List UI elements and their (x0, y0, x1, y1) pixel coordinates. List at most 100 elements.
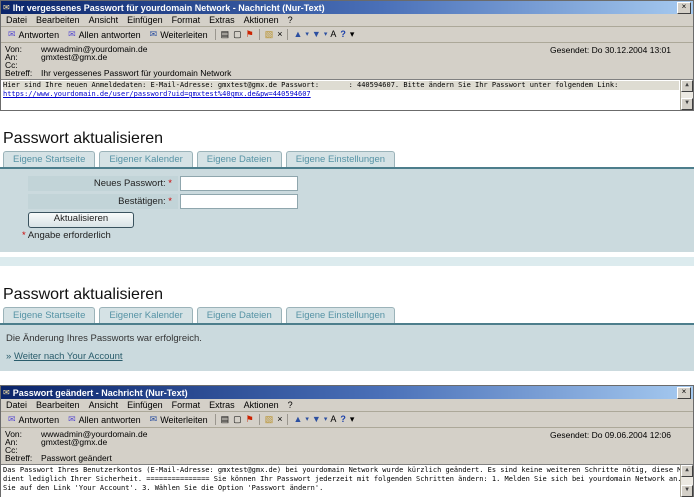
mail-body: Hier sind Ihre neuen Anmeldedaten: E-Mai… (1, 79, 693, 110)
menu-einfuegen[interactable]: Einfügen (127, 400, 163, 410)
help-icon[interactable]: ? (339, 414, 347, 425)
tab-eigene-dateien[interactable]: Eigene Dateien (197, 151, 282, 167)
email-window-password-changed: ✉ Passwort geändert - Nachricht (Nur-Tex… (0, 385, 694, 497)
menu-extras[interactable]: Extras (209, 15, 235, 25)
print-icon[interactable]: ▤ (220, 29, 231, 40)
tab-eigene-einstellungen[interactable]: Eigene Einstellungen (286, 151, 395, 167)
previous-item-dropdown-icon[interactable]: ▾ (305, 414, 309, 425)
menu-extras[interactable]: Extras (209, 400, 235, 410)
toolbar-separator (259, 29, 260, 40)
tab-bar: Eigene Startseite Eigener Kalender Eigen… (3, 151, 395, 167)
print-icon[interactable]: ▤ (220, 414, 231, 425)
confirm-password-field[interactable] (180, 194, 298, 209)
mail-body-text: Hier sind Ihre neuen Anmeldedaten: E-Mai… (3, 81, 679, 90)
menu-format[interactable]: Format (172, 15, 201, 25)
menu-bearbeiten[interactable]: Bearbeiten (36, 15, 80, 25)
scroll-up-icon[interactable]: ▲ (681, 465, 693, 477)
toolbar-separator (215, 29, 216, 40)
previous-item-icon[interactable]: ▲ (292, 29, 303, 40)
success-panel: Die Änderung Ihres Passworts war erfolgr… (0, 325, 694, 371)
tab-eigene-dateien[interactable]: Eigene Dateien (197, 307, 282, 323)
move-to-folder-icon[interactable]: ▢ (232, 29, 243, 40)
reply-button[interactable]: ✉ Antworten (4, 28, 62, 41)
new-password-label: Neues Passwort: * (28, 176, 178, 191)
menu-hilfe[interactable]: ? (288, 400, 293, 410)
follow-up-flag-icon[interactable]: ⚑ (245, 414, 255, 425)
help-icon[interactable]: ? (339, 29, 347, 40)
menu-ansicht[interactable]: Ansicht (89, 400, 119, 410)
menu-aktionen[interactable]: Aktionen (244, 400, 279, 410)
window-title: Passwort geändert - Nachricht (Nur-Text) (13, 388, 188, 398)
next-item-icon[interactable]: ▼ (311, 414, 322, 425)
next-item-icon[interactable]: ▼ (311, 29, 322, 40)
tab-eigener-kalender[interactable]: Eigener Kalender (99, 151, 192, 167)
forward-icon: ✉ (149, 414, 159, 425)
create-rule-icon[interactable]: ▧ (264, 29, 275, 40)
scroll-down-icon[interactable]: ▼ (681, 98, 693, 110)
mail-header-pane: Von: wwwadmin@yourdomain.de An: gmxtest@… (1, 43, 693, 79)
reply-all-button[interactable]: ✉ Allen antworten (64, 413, 144, 426)
menu-datei[interactable]: Datei (6, 15, 27, 25)
reply-all-icon: ✉ (67, 29, 77, 40)
tab-eigene-startseite[interactable]: Eigene Startseite (3, 151, 95, 167)
header-row-betreff: Betreff: Ihr vergessenes Passwort für yo… (1, 69, 693, 77)
mail-header-pane: Von: wwwadmin@yourdomain.de An: gmxtest@… (1, 428, 693, 464)
tab-eigene-startseite[interactable]: Eigene Startseite (3, 307, 95, 323)
reply-label: Antworten (19, 30, 60, 40)
close-icon[interactable]: × (677, 387, 691, 399)
betreff-label: Betreff: (5, 69, 41, 77)
forward-button[interactable]: ✉ Weiterleiten (146, 28, 211, 41)
previous-item-dropdown-icon[interactable]: ▾ (305, 29, 309, 40)
create-rule-icon[interactable]: ▧ (264, 414, 275, 425)
vertical-scrollbar[interactable]: ▲ ▼ (680, 465, 693, 497)
toolbar-separator (259, 414, 260, 425)
close-icon[interactable]: × (677, 2, 691, 14)
confirm-password-row: Bestätigen: * (28, 194, 298, 209)
highlight-icon[interactable]: A (329, 414, 337, 425)
menu-format[interactable]: Format (172, 400, 201, 410)
scroll-up-icon[interactable]: ▲ (681, 80, 693, 92)
previous-item-icon[interactable]: ▲ (292, 414, 303, 425)
update-button[interactable]: Aktualisieren (28, 212, 134, 228)
menu-einfuegen[interactable]: Einfügen (127, 15, 163, 25)
menu-datei[interactable]: Datei (6, 400, 27, 410)
toolbar-options-icon[interactable]: ▾ (349, 29, 356, 40)
required-note: * Angabe erforderlich (22, 230, 111, 241)
toolbar-separator (287, 29, 288, 40)
menu-hilfe[interactable]: ? (288, 15, 293, 25)
reply-label: Antworten (19, 415, 60, 425)
scroll-down-icon[interactable]: ▼ (681, 485, 693, 497)
menu-ansicht[interactable]: Ansicht (89, 15, 119, 25)
menu-bearbeiten[interactable]: Bearbeiten (36, 400, 80, 410)
delete-icon[interactable]: × (276, 29, 283, 40)
tab-eigener-kalender[interactable]: Eigener Kalender (99, 307, 192, 323)
window-title: Ihr vergessenes Passwort für yourdomain … (13, 3, 325, 13)
menu-aktionen[interactable]: Aktionen (244, 15, 279, 25)
reply-button[interactable]: ✉ Antworten (4, 413, 62, 426)
mail-body-text: dient lediglich Ihrer Sicherheit. ======… (3, 475, 679, 484)
titlebar[interactable]: ✉ Ihr vergessenes Passwort für yourdomai… (1, 1, 693, 14)
password-reset-link[interactable]: https://www.yourdomain.de/user/password?… (3, 90, 311, 98)
toolbar-separator (215, 414, 216, 425)
highlight-icon[interactable]: A (329, 29, 337, 40)
sent-timestamp: Gesendet: Do 30.12.2004 13:01 (550, 45, 671, 55)
vertical-scrollbar[interactable]: ▲ ▼ (680, 80, 693, 110)
tab-eigene-einstellungen[interactable]: Eigene Einstellungen (286, 307, 395, 323)
move-to-folder-icon[interactable]: ▢ (232, 414, 243, 425)
page-title: Passwort aktualisieren (3, 286, 163, 304)
toolbar-options-icon[interactable]: ▾ (349, 414, 356, 425)
mail-body: Das Passwort Ihres Benutzerkontos (E-Mai… (1, 464, 693, 497)
envelope-icon: ✉ (3, 4, 10, 12)
follow-up-flag-icon[interactable]: ⚑ (245, 29, 255, 40)
next-item-dropdown-icon[interactable]: ▾ (324, 414, 328, 425)
your-account-link[interactable]: Weiter nach Your Account (14, 351, 123, 362)
forward-button[interactable]: ✉ Weiterleiten (146, 413, 211, 426)
new-password-field[interactable] (180, 176, 298, 191)
delete-icon[interactable]: × (276, 414, 283, 425)
reply-all-button[interactable]: ✉ Allen antworten (64, 28, 144, 41)
next-item-dropdown-icon[interactable]: ▾ (324, 29, 328, 40)
titlebar[interactable]: ✉ Passwort geändert - Nachricht (Nur-Tex… (1, 386, 693, 399)
betreff-value: Ihr vergessenes Passwort für yourdomain … (41, 69, 231, 77)
tab-bar: Eigene Startseite Eigener Kalender Eigen… (3, 307, 395, 323)
reply-all-icon: ✉ (67, 414, 77, 425)
